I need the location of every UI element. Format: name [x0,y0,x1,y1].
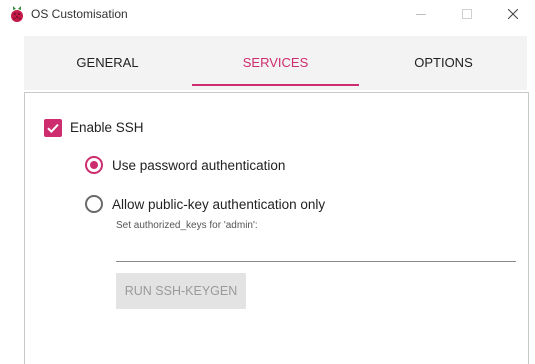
maximize-button[interactable] [444,0,490,30]
password-auth-radio[interactable] [85,156,103,174]
close-icon [508,9,518,19]
pubkey-auth-radio[interactable] [85,195,103,213]
tab-services[interactable]: SERVICES [192,36,359,90]
minimize-button[interactable] [398,0,444,30]
enable-ssh-label[interactable]: Enable SSH [70,120,144,135]
password-auth-label[interactable]: Use password authentication [112,158,285,173]
tab-options[interactable]: OPTIONS [360,36,527,90]
tab-general[interactable]: GENERAL [24,36,191,90]
tab-strip: GENERAL SERVICES OPTIONS [24,36,527,90]
run-ssh-keygen-button[interactable]: RUN SSH-KEYGEN [116,273,246,309]
minimize-icon [416,14,426,15]
tab-bar: GENERAL SERVICES OPTIONS [0,30,535,92]
maximize-icon [462,9,472,19]
pubkey-auth-label[interactable]: Allow public-key authentication only [112,197,325,212]
active-tab-indicator [192,84,359,86]
services-panel: Enable SSH Use password authentication A… [24,92,529,364]
checkmark-icon [47,123,59,134]
enable-ssh-checkbox[interactable] [44,119,62,137]
close-button[interactable] [490,0,535,30]
os-customisation-window: OS Customisation GENERAL SERVICES OPTION… [0,0,535,364]
authorized-keys-field[interactable] [116,239,516,262]
raspberry-pi-icon [9,5,25,23]
window-title: OS Customisation [31,7,128,21]
authorized-keys-hint: Set authorized_keys for 'admin': [116,220,258,231]
title-bar: OS Customisation [0,0,535,30]
